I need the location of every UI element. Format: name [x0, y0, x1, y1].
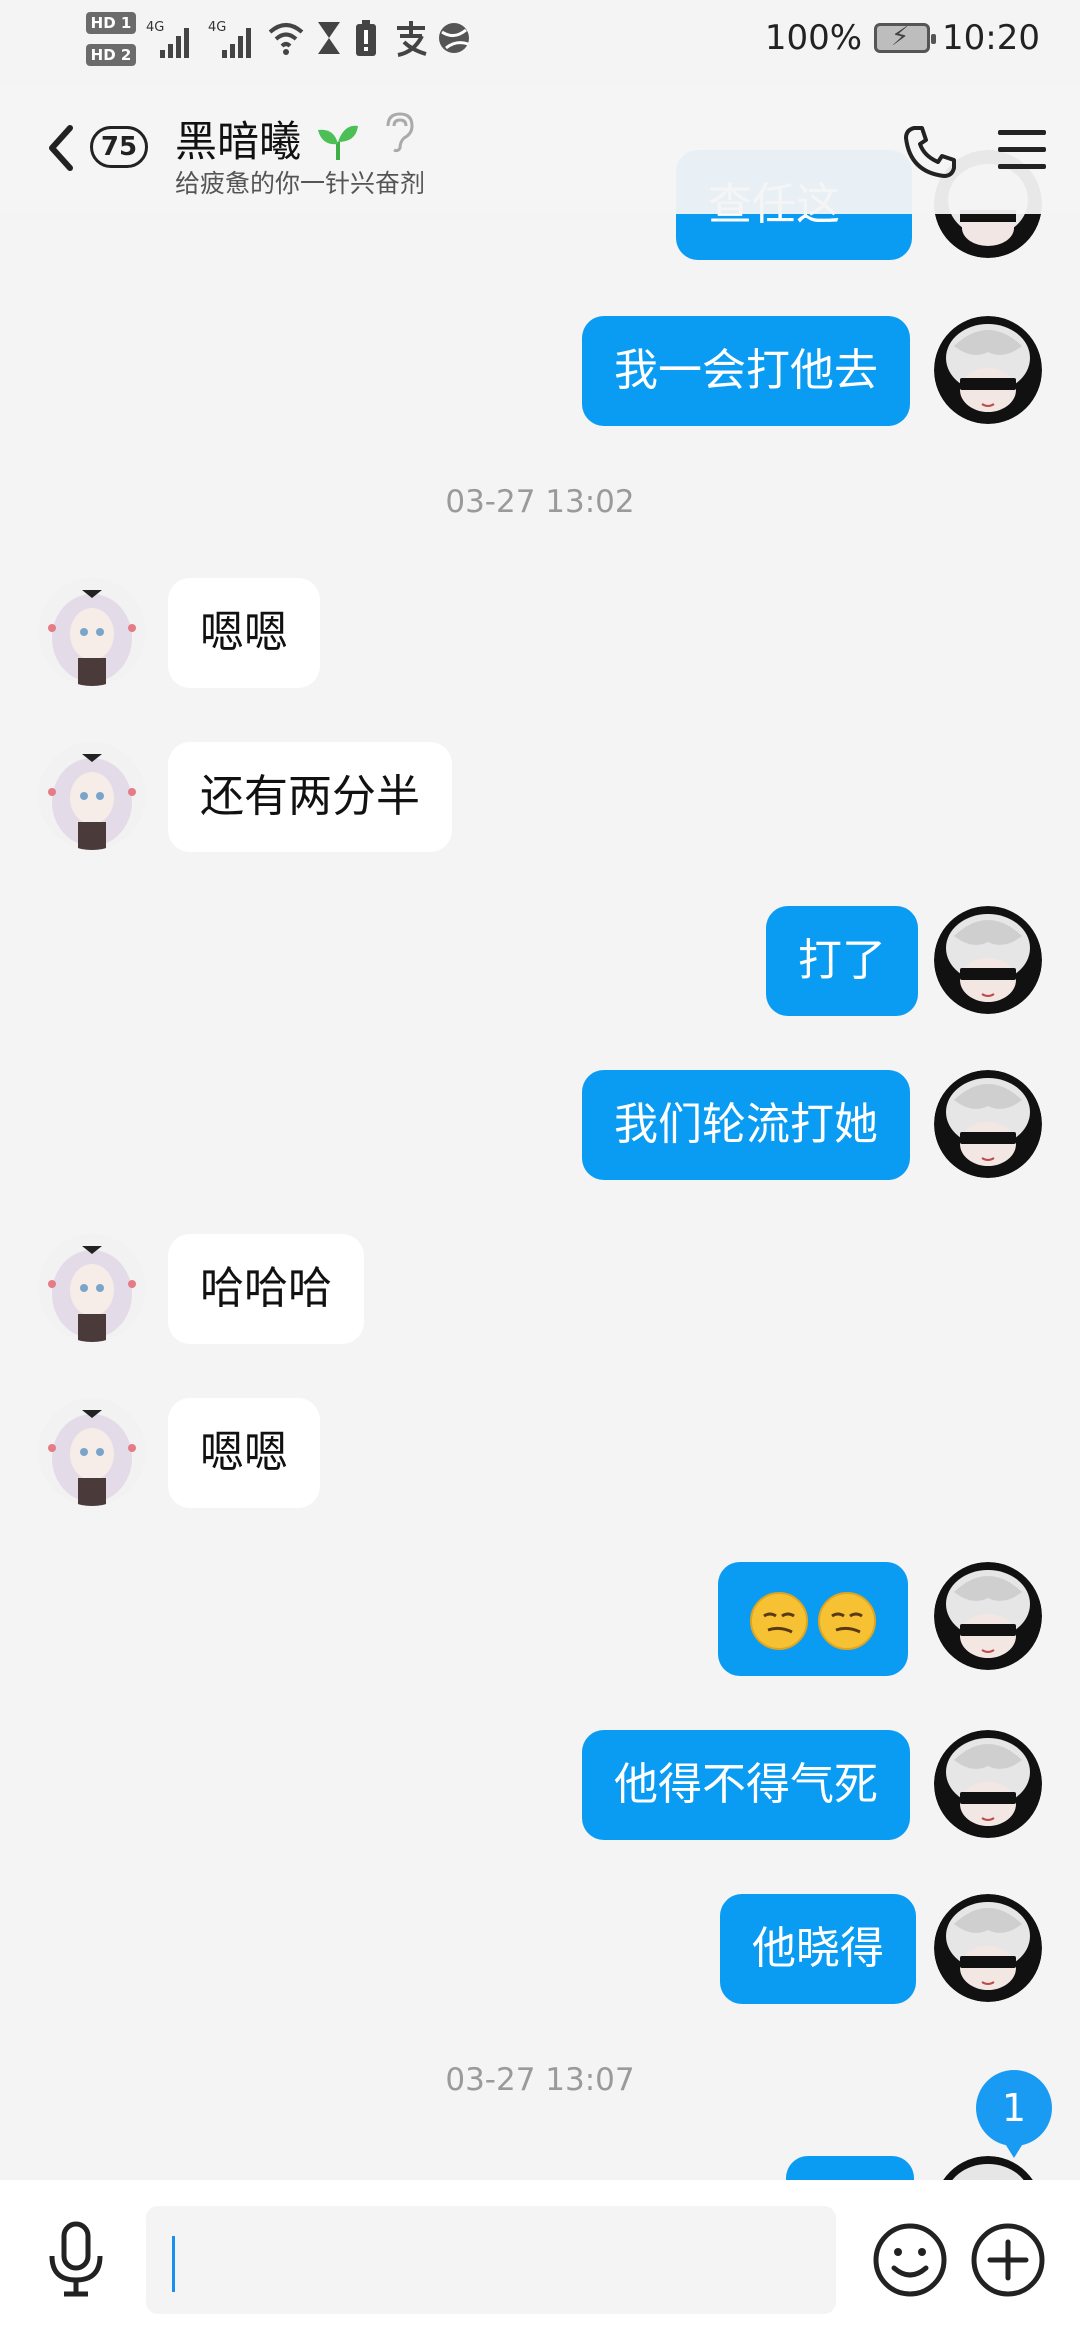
phone-call-icon[interactable] [900, 122, 960, 182]
new-message-badge[interactable]: 1 [976, 2070, 1052, 2158]
my-avatar[interactable] [934, 1070, 1042, 1178]
unread-count-badge[interactable]: 75 [90, 126, 148, 168]
globe-icon [439, 23, 469, 53]
contact-name[interactable]: 黑暗曦 [175, 108, 301, 169]
message-bubble-out[interactable]: 我们轮流打她 [582, 1070, 910, 1180]
message-bubble-in[interactable]: 还有两分半 [168, 742, 452, 852]
hd2-indicator: HD 2 [86, 44, 136, 66]
message-bubble-out[interactable]: 打了 [766, 906, 918, 1016]
battery-percent: 100% [764, 18, 863, 58]
message-text: 哈哈哈 [200, 1263, 332, 1314]
message-text: 还有两分半 [200, 771, 420, 822]
back-arrow-icon[interactable] [40, 118, 80, 178]
status-bar: HD 1 HD 2 4G 4G 100% ⚡ 10:20 [0, 0, 1080, 84]
time-divider: 03-27 13:07 [445, 2062, 635, 2098]
message-bubble-in[interactable]: 哈哈哈 [168, 1234, 364, 1344]
message-bubble-in[interactable]: 嗯嗯 [168, 578, 320, 688]
contact-signature: 给疲惫的你一针兴奋剂 [175, 169, 426, 198]
message-bubble-out[interactable]: 他晓得 [720, 1894, 916, 2004]
message-text: 嗯嗯 [200, 607, 288, 658]
plus-icon[interactable] [968, 2220, 1048, 2300]
message-text: 我们轮流打她 [614, 1099, 878, 1150]
my-avatar[interactable] [934, 1562, 1042, 1670]
status-right: 100% ⚡ 10:20 [765, 18, 1040, 58]
menu-icon[interactable] [998, 130, 1046, 174]
ear-icon[interactable] [380, 110, 416, 154]
smirk-emoji-icon [818, 1592, 876, 1650]
microphone-icon[interactable] [44, 2220, 108, 2300]
message-text: 他晓得 [752, 1923, 884, 1974]
my-avatar[interactable] [934, 1730, 1042, 1838]
message-bubble-out[interactable]: 他得不得气死 [582, 1730, 910, 1840]
signal2-icon: 4G [208, 20, 251, 58]
my-avatar[interactable] [934, 906, 1042, 1014]
my-avatar[interactable] [934, 1894, 1042, 2002]
alipay-icon [397, 21, 427, 57]
message-text: 嗯嗯 [200, 1427, 288, 1478]
message-bubble-out[interactable]: 我一会打他去 [582, 316, 910, 426]
contact-avatar[interactable] [38, 1234, 146, 1342]
emoji-icon[interactable] [870, 2220, 950, 2300]
contact-avatar[interactable] [38, 578, 146, 686]
smirk-emoji-icon [750, 1592, 808, 1650]
message-text: 他得不得气死 [614, 1759, 878, 1810]
message-bubble-out[interactable] [718, 1562, 908, 1676]
sprout-icon [318, 125, 358, 160]
battery-icon: ⚡ [874, 22, 937, 53]
wifi-icon [268, 23, 304, 55]
chat-header: 75 黑暗曦 给疲惫的你一针兴奋剂 [0, 84, 1080, 214]
hourglass-icon [318, 22, 340, 54]
message-bubble-in[interactable]: 嗯嗯 [168, 1398, 320, 1508]
signal1-icon: 4G [146, 20, 189, 58]
clock-time: 10:20 [942, 18, 1040, 58]
message-input[interactable] [146, 2206, 836, 2314]
message-text: 我一会打他去 [614, 345, 878, 396]
contact-avatar[interactable] [38, 742, 146, 850]
alert-battery-icon [356, 20, 376, 56]
message-text: 打了 [798, 935, 886, 986]
input-bar [0, 2180, 1080, 2340]
text-caret [172, 2236, 175, 2292]
my-avatar[interactable] [934, 316, 1042, 424]
contact-avatar[interactable] [38, 1398, 146, 1506]
time-divider: 03-27 13:02 [445, 484, 635, 520]
chat-screen: HD 1 HD 2 4G 4G 100% ⚡ 10:20 我一会打他去 03-2… [0, 0, 1080, 2340]
hd1-indicator: HD 1 [86, 12, 136, 34]
